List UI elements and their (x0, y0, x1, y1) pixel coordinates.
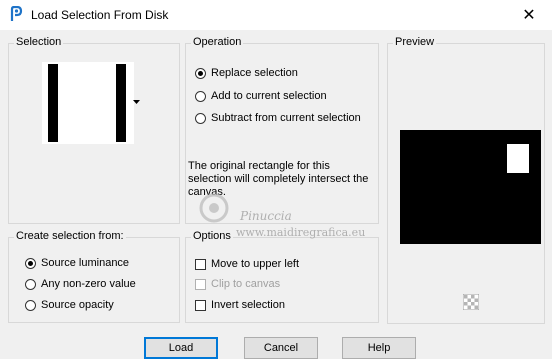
selection-thumbnail-dropdown[interactable] (42, 62, 134, 144)
radio-any-non-zero[interactable]: Any non-zero value (25, 276, 136, 292)
checkbox-move-upper-left[interactable]: Move to upper left (195, 256, 299, 272)
checkbox[interactable] (195, 299, 206, 311)
radio-label: Add to current selection (211, 90, 327, 102)
radio-source-luminance[interactable]: Source luminance (25, 255, 129, 271)
preview-image (400, 130, 541, 244)
app-logo-icon (10, 6, 23, 21)
checkbox-label: Invert selection (211, 299, 285, 311)
close-button[interactable]: ✕ (506, 0, 552, 30)
operation-group-title: Operation (191, 36, 244, 48)
checkbox-clip-to-canvas[interactable]: Clip to canvas (195, 276, 280, 292)
radio-button[interactable] (25, 257, 36, 269)
dropdown-arrow-icon[interactable] (133, 100, 140, 105)
radio-add-to-selection[interactable]: Add to current selection (195, 88, 327, 104)
cancel-button[interactable]: Cancel (244, 337, 318, 359)
checkbox-invert-selection[interactable]: Invert selection (195, 297, 285, 313)
help-button[interactable]: Help (342, 337, 416, 359)
radio-label: Source opacity (41, 299, 114, 311)
selection-group-title: Selection (14, 36, 64, 48)
window-title: Load Selection From Disk (31, 8, 169, 22)
checkbox[interactable] (195, 278, 206, 290)
radio-button[interactable] (25, 299, 36, 311)
load-button[interactable]: Load (144, 337, 218, 359)
radio-label: Replace selection (211, 67, 298, 79)
radio-label: Source luminance (41, 257, 130, 269)
preview-group-title: Preview (393, 36, 437, 48)
close-icon: ✕ (522, 7, 536, 24)
radio-label: Any non-zero value (41, 278, 136, 290)
radio-source-opacity[interactable]: Source opacity (25, 297, 114, 313)
checkbox-label: Move to upper left (211, 258, 300, 270)
radio-button[interactable] (195, 67, 206, 79)
checkbox[interactable] (195, 258, 206, 270)
radio-button[interactable] (195, 90, 206, 102)
radio-label: Subtract from current selection (211, 112, 361, 124)
radio-subtract-selection[interactable]: Subtract from current selection (195, 110, 361, 126)
checkbox-label: Clip to canvas (211, 278, 281, 290)
selection-thumbnail-image (42, 62, 134, 144)
create-from-group-title: Create selection from: (14, 230, 126, 242)
radio-replace-selection[interactable]: Replace selection (195, 65, 298, 81)
checkerboard-icon[interactable] (463, 294, 479, 310)
options-group-title: Options (191, 230, 233, 242)
operation-info-text: The original rectangle for this selectio… (188, 160, 369, 198)
radio-button[interactable] (195, 112, 206, 124)
radio-button[interactable] (25, 278, 36, 290)
